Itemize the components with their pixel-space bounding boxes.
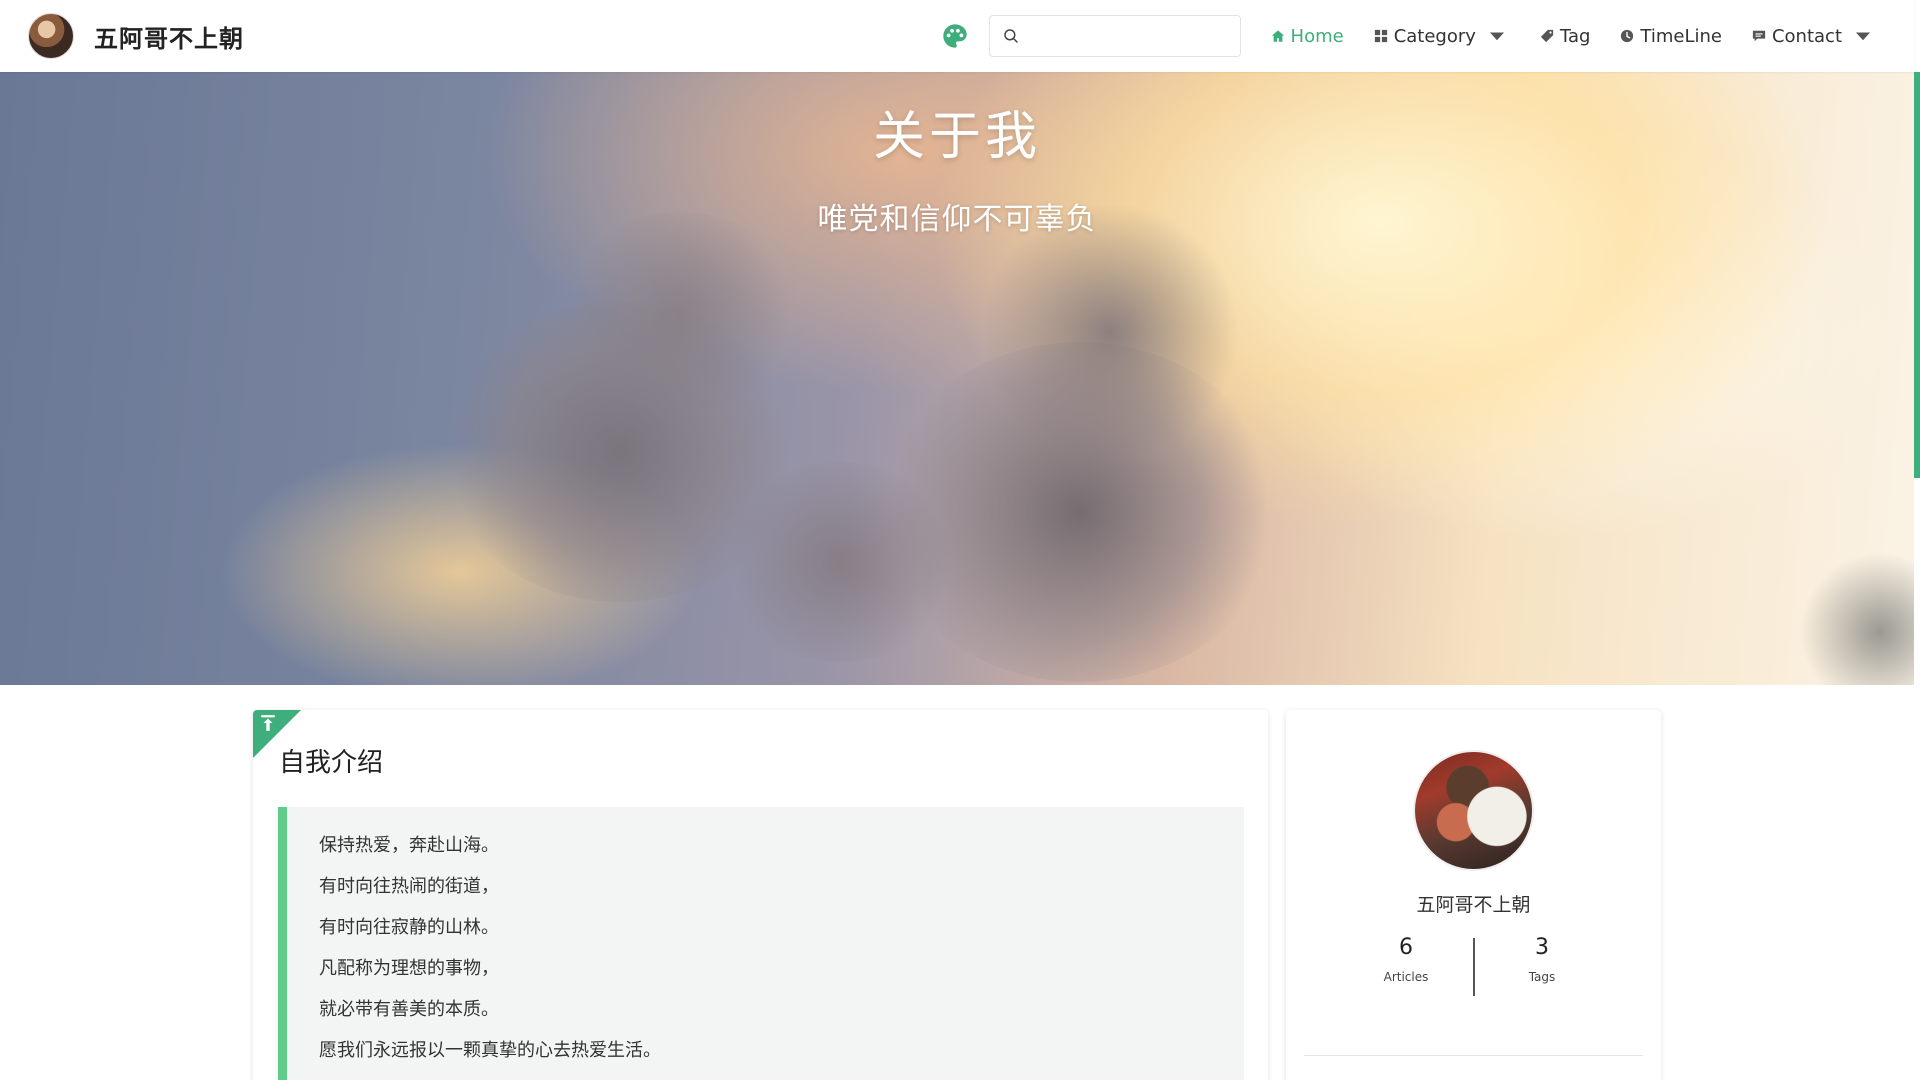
tags-count: 3: [1535, 935, 1549, 960]
stat-tags[interactable]: 3 Tags: [1472, 932, 1612, 984]
nav-item-contact[interactable]: Contact: [1752, 26, 1876, 47]
cloud-shape: [1800, 552, 1914, 685]
quote-line: 保持热爱，奔赴山海。: [319, 835, 499, 856]
hero-banner: 关于我 唯党和信仰不可辜负: [0, 72, 1914, 685]
profile-card: 五阿哥不上朝 6 Articles 3 Tags: [1286, 710, 1661, 1080]
tag-icon: [1540, 29, 1554, 43]
articles-count: 6: [1399, 935, 1413, 960]
nav-item-category[interactable]: Category: [1374, 26, 1510, 47]
site-logo-avatar[interactable]: [28, 13, 74, 59]
chevron-down-icon: [1856, 32, 1870, 41]
quote-line: 有时向往寂静的山林。: [319, 917, 499, 938]
quote-line: 凡配称为理想的事物，: [319, 958, 499, 979]
message-icon: [1752, 30, 1766, 42]
articles-label: Articles: [1383, 970, 1429, 984]
top-navbar: 五阿哥不上朝 Home Category Tag TimeLine Contac…: [0, 0, 1914, 72]
home-icon: [1271, 30, 1284, 42]
hero-subtitle: 唯党和信仰不可辜负: [817, 202, 1097, 237]
nav-item-contact-label: Contact: [1771, 25, 1842, 47]
nav-item-timeline-label: TimeLine: [1640, 25, 1722, 47]
profile-name: 五阿哥不上朝: [1416, 894, 1531, 916]
nav-item-tag[interactable]: Tag: [1540, 26, 1590, 47]
blockquote: 保持热爱，奔赴山海。 有时向往热闹的街道， 有时向往寂静的山林。 凡配称为理想的…: [278, 807, 1244, 1080]
nav-item-timeline[interactable]: TimeLine: [1620, 26, 1722, 47]
scrollbar-thumb[interactable]: [1914, 72, 1920, 478]
site-title[interactable]: 五阿哥不上朝: [94, 19, 244, 54]
cloud-shape: [720, 462, 960, 662]
page: 五阿哥不上朝 Home Category Tag TimeLine Contac…: [0, 0, 1920, 1080]
search-box[interactable]: [988, 15, 1241, 57]
hero-title: 关于我: [872, 107, 1041, 167]
quote-line: 愿我们永远报以一颗真挚的心去热爱生活。: [319, 1040, 661, 1061]
tags-label: Tags: [1528, 970, 1556, 984]
search-input[interactable]: [1027, 21, 1228, 51]
category-grid-icon: [1374, 29, 1387, 43]
quote-line: 有时向往热闹的街道，: [319, 876, 499, 897]
nav-item-category-label: Category: [1393, 25, 1476, 47]
nav-item-home[interactable]: Home: [1271, 26, 1344, 47]
palette-icon[interactable]: [941, 22, 969, 50]
nav-item-tag-label: Tag: [1559, 25, 1591, 47]
nav-item-home-label: Home: [1290, 25, 1344, 47]
profile-avatar[interactable]: [1413, 750, 1534, 871]
article-card: 自我介绍 保持热爱，奔赴山海。 有时向往热闹的街道， 有时向往寂静的山林。 凡配…: [253, 710, 1268, 1080]
profile-stats: 6 Articles 3 Tags: [1286, 932, 1661, 998]
cloud-shape: [980, 202, 1240, 462]
clock-icon: [1621, 29, 1634, 43]
article-title: 自我介绍: [279, 748, 384, 778]
pin-top-icon: [261, 715, 275, 731]
cloud-shape: [560, 212, 800, 412]
search-icon: [1003, 29, 1018, 43]
stat-articles[interactable]: 6 Articles: [1336, 932, 1476, 984]
quote-line: 就必带有善美的本质。: [319, 999, 499, 1020]
brand[interactable]: 五阿哥不上朝: [28, 13, 244, 59]
nav-right: Home Category Tag TimeLine Contact: [941, 0, 1894, 72]
chevron-down-icon: [1489, 32, 1504, 41]
divider: [1304, 1055, 1643, 1056]
